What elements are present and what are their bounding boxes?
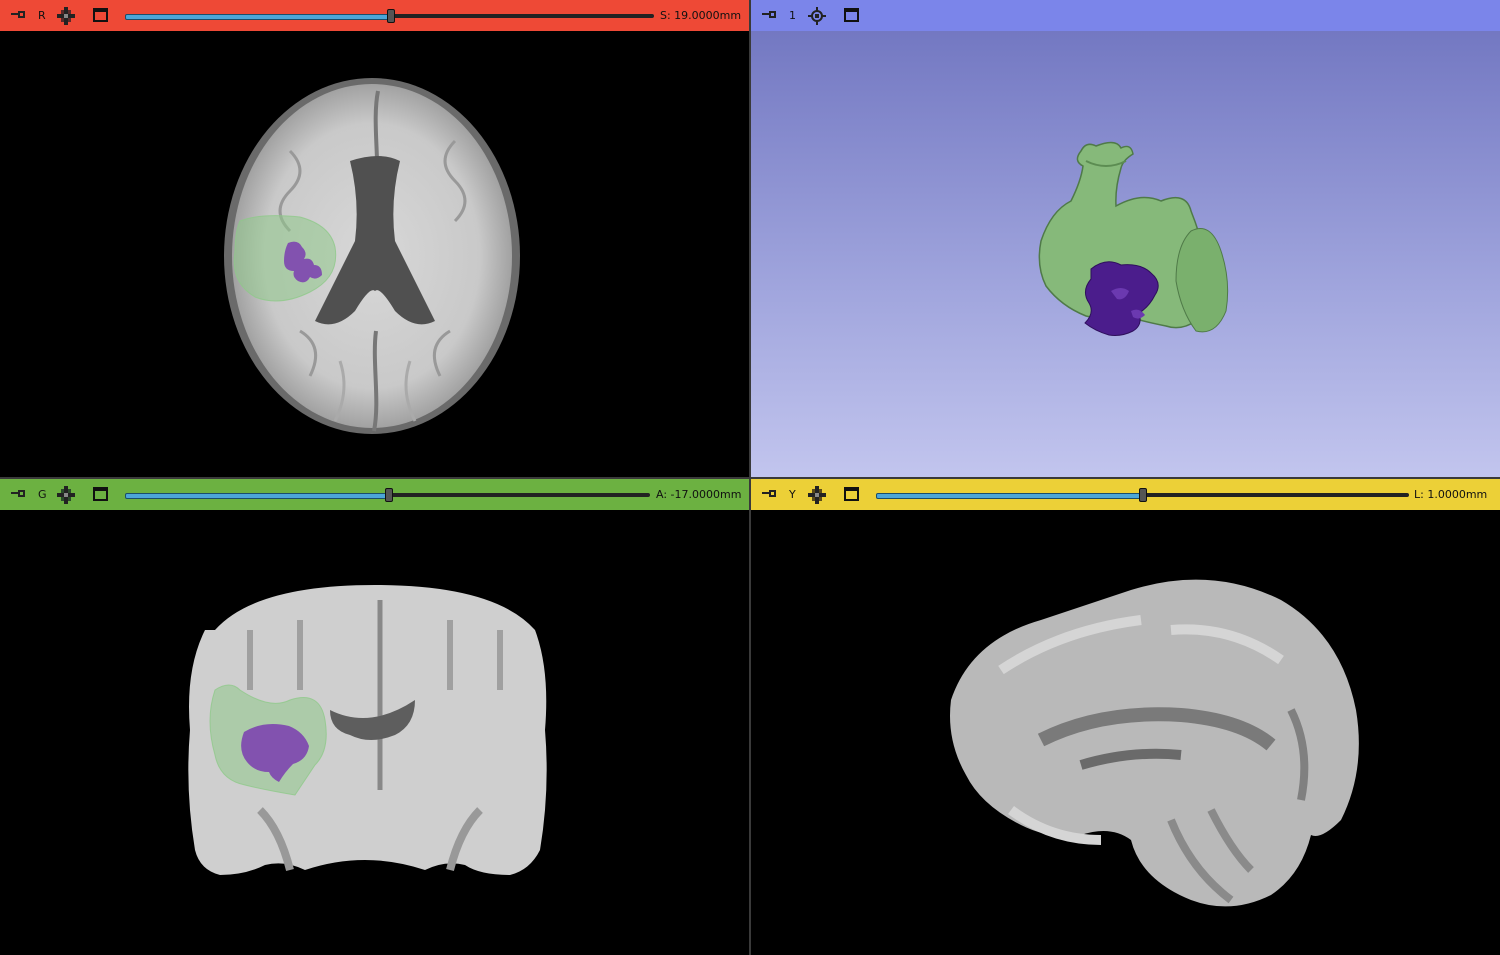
yellow-slice-controller: Y L: 1.0000mm [751,479,1500,510]
slice-offset-value: L: 1.0000mm [1414,488,1488,501]
slice-slider-track[interactable] [876,493,1144,499]
slice-offset-value: A: -17.0000mm [656,488,742,501]
3d-view[interactable]: 1 [751,0,1500,477]
green-slice-controller: G A: -17.0000mm [0,479,749,510]
maximize-view-icon[interactable] [844,8,859,22]
view-label: R [38,9,46,22]
red-slice-view[interactable]: R S: 19.0000mm [0,0,749,477]
maximize-view-icon[interactable] [844,487,859,501]
3d-render-canvas[interactable] [751,31,1500,477]
axial-slice-image[interactable] [0,31,749,477]
link-icon[interactable] [808,486,826,504]
pin-icon[interactable] [10,9,26,21]
slice-offset-value: S: 19.0000mm [660,9,742,22]
pin-icon[interactable] [761,9,777,21]
link-icon[interactable] [57,7,75,25]
slice-slider-handle[interactable] [385,488,393,502]
center-view-icon[interactable] [808,7,826,25]
view-label: 1 [789,9,796,22]
green-slice-view[interactable]: G A: -17.0000mm [0,479,749,955]
slice-slider-handle[interactable] [387,9,395,23]
3d-view-controller: 1 [751,0,1500,31]
slice-slider-track[interactable] [125,14,392,20]
maximize-view-icon[interactable] [93,8,108,22]
view-label: G [38,488,47,501]
sagittal-slice-image[interactable] [751,510,1500,955]
slice-slider-handle[interactable] [1139,488,1147,502]
red-slice-controller: R S: 19.0000mm [0,0,749,31]
view-label: Y [789,488,796,501]
pin-icon[interactable] [10,488,26,500]
yellow-slice-view[interactable]: Y L: 1.0000mm [751,479,1500,955]
slice-slider-remaining[interactable] [390,493,650,497]
slice-slider-remaining[interactable] [392,14,654,18]
slice-slider-remaining[interactable] [1144,493,1409,497]
maximize-view-icon[interactable] [93,487,108,501]
link-icon[interactable] [57,486,75,504]
slice-slider-track[interactable] [125,493,390,499]
coronal-slice-image[interactable] [0,510,749,955]
pin-icon[interactable] [761,488,777,500]
